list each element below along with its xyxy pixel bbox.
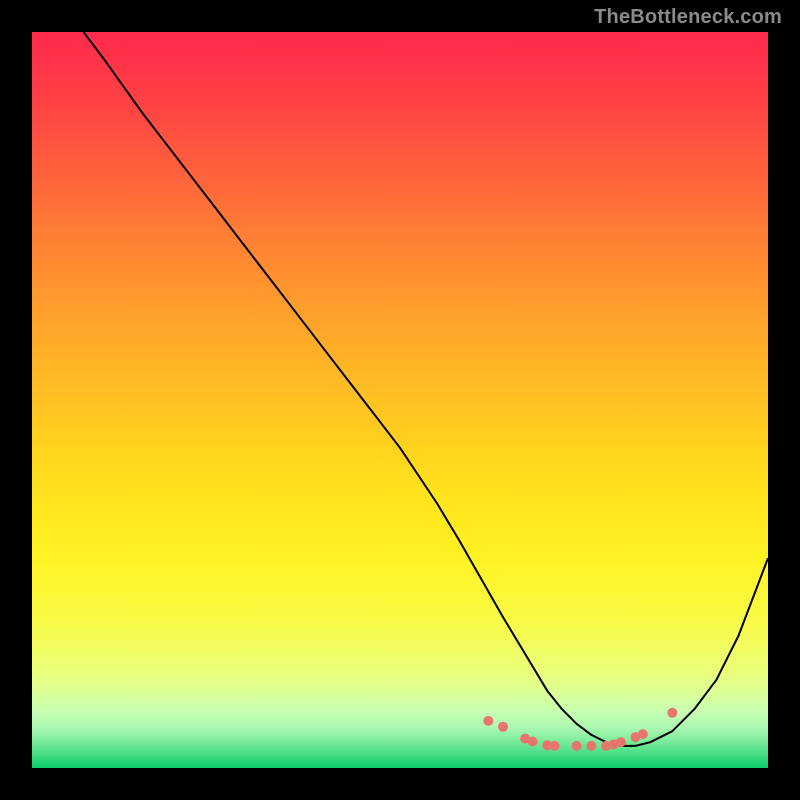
curve-marker bbox=[483, 716, 493, 726]
curve-marker bbox=[586, 741, 596, 751]
curve-marker bbox=[616, 737, 626, 747]
curve-marker bbox=[550, 741, 560, 751]
curve-marker bbox=[638, 729, 648, 739]
watermark-text: TheBottleneck.com bbox=[594, 6, 782, 29]
curve-marker bbox=[667, 708, 677, 718]
curve-marker bbox=[498, 722, 508, 732]
curve-marker bbox=[572, 741, 582, 751]
curve-marker bbox=[528, 737, 538, 747]
bottleneck-curve bbox=[84, 32, 769, 746]
